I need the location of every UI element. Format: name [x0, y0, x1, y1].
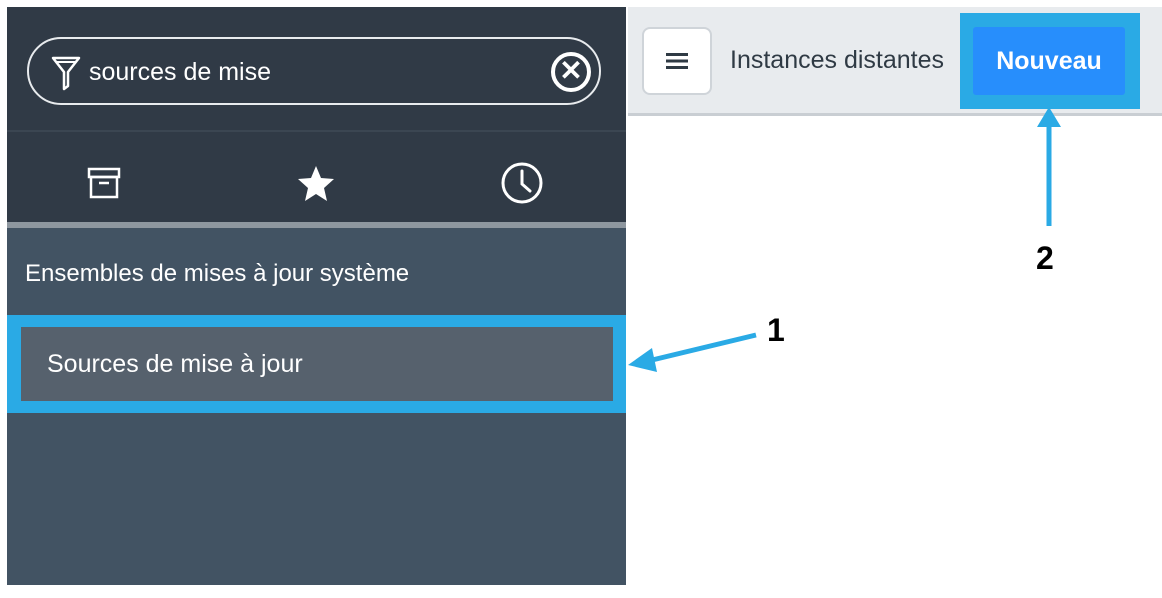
arrow-1	[647, 332, 757, 364]
callout-label-1: 1	[767, 312, 785, 348]
callout-arrows	[628, 107, 1061, 372]
callout-label-2: 2	[1036, 240, 1054, 276]
arrowhead-2	[1037, 107, 1061, 127]
arrowhead-1	[628, 348, 657, 372]
